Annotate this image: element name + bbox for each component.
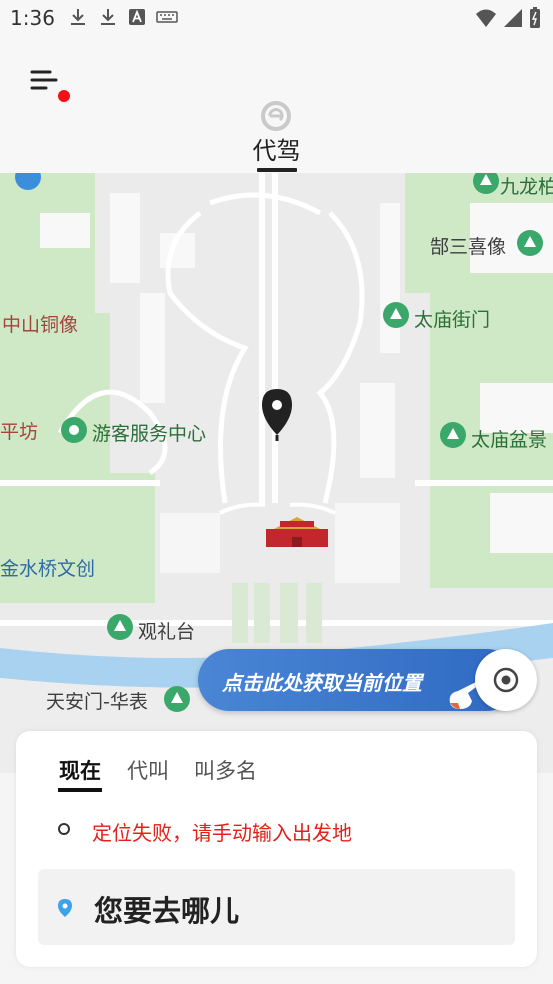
card-tab-underline: [58, 788, 102, 792]
status-bar: 1:36: [0, 0, 553, 36]
tab-now[interactable]: 现在: [59, 755, 101, 785]
booking-card: 现在 代叫 叫多名 定位失败，请手动输入出发地 您要去哪儿: [16, 731, 537, 967]
map-label-taimiao-penjing: 太庙盆景: [471, 429, 548, 451]
wifi-icon: [476, 9, 496, 27]
tab-daijia[interactable]: 代驾: [0, 131, 553, 166]
map-label-guanlitai: 观礼台: [138, 621, 196, 643]
origin-error-text[interactable]: 定位失败，请手动输入出发地: [92, 817, 352, 846]
download-icon: [71, 9, 85, 25]
keyboard-icon: [156, 11, 178, 23]
map-label-pingfang: 平坊: [0, 421, 39, 443]
destination-placeholder: 您要去哪儿: [94, 894, 240, 928]
poi-tree-icon: [107, 614, 133, 640]
origin-dot-icon: [58, 823, 70, 835]
map-park: [0, 473, 155, 603]
poi-tree-icon: [517, 230, 543, 256]
map-label-tiananmen-huabiao: 天安门-华表: [46, 691, 148, 713]
download-icon: [101, 9, 115, 25]
map-label-zhongshan: 中山铜像: [2, 314, 79, 336]
notification-badge: [58, 90, 70, 102]
status-system-icons: [475, 7, 541, 29]
map-label-jinshuiqiao: 金水桥文创: [0, 558, 96, 580]
app-logo-icon: [261, 101, 291, 131]
locate-me-button[interactable]: [475, 649, 537, 711]
app-header: 代驾: [0, 36, 553, 173]
signal-icon: [504, 9, 522, 27]
status-notification-icons: [68, 7, 178, 27]
poi-visitor-center-icon: [61, 417, 87, 443]
tab-underline: [257, 168, 297, 172]
map-label-busanxi: 郜三喜像: [430, 236, 507, 258]
map-label-visitor-center: 游客服务中心: [92, 423, 207, 445]
battery-icon: [530, 7, 540, 28]
map-label-jiulong: 九龙柏: [500, 176, 553, 198]
status-time: 1:36: [10, 6, 55, 30]
map-label-taimiao-jiemen: 太庙街门: [414, 309, 491, 331]
map-park: [0, 313, 110, 473]
locate-target-icon: [493, 667, 519, 693]
get-current-location-button[interactable]: 点击此处获取当前位置: [198, 649, 518, 711]
destination-input[interactable]: 您要去哪儿: [38, 869, 515, 945]
get-current-location-label: 点击此处获取当前位置: [222, 671, 422, 695]
poi-tree-icon: [164, 686, 190, 712]
app-a-icon: [129, 9, 145, 25]
poi-tree-icon: [440, 422, 466, 448]
poi-tree-icon: [383, 302, 409, 328]
destination-pin-icon: [58, 899, 72, 917]
tab-call-for-others[interactable]: 代叫: [127, 755, 169, 785]
map-view[interactable]: 九龙柏 郜三喜像 中山铜像 太庙街门 平坊 游客服务中心 太庙盆景 金水桥文创 …: [0, 173, 553, 773]
tab-call-multiple[interactable]: 叫多名: [194, 755, 257, 785]
